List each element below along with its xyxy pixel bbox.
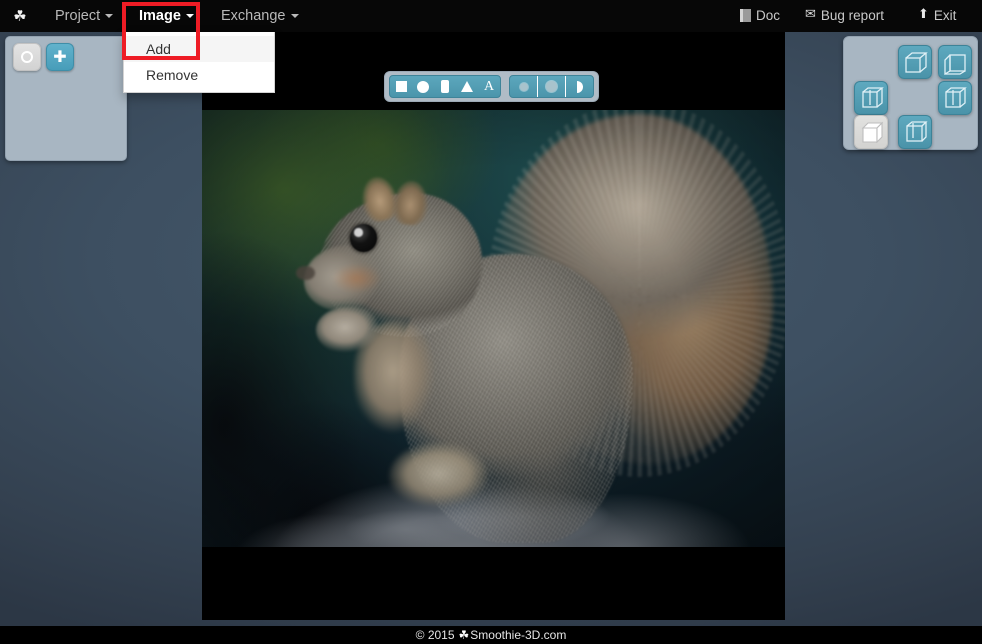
layer-panel[interactable]: ✚ xyxy=(5,36,127,161)
app-logo-icon: ☘ xyxy=(13,7,27,25)
squirrel-photo xyxy=(202,110,785,547)
menu-item-remove[interactable]: Remove xyxy=(124,62,274,88)
cube-icon xyxy=(906,121,928,142)
view-bottom-button[interactable] xyxy=(854,115,888,149)
letter-a-icon: A xyxy=(484,78,495,94)
view-top-button[interactable] xyxy=(898,45,932,79)
shape-toolbar[interactable]: A xyxy=(384,71,599,102)
small-dot-tool-button[interactable] xyxy=(510,76,537,97)
menu-bug-report-label: Bug report xyxy=(820,8,884,23)
half-disc-tool-button[interactable] xyxy=(565,76,593,97)
menu-image-label: Image xyxy=(139,8,181,24)
footer-copyright: © 2015 xyxy=(415,628,455,642)
rotate-tool-button[interactable] xyxy=(13,43,41,71)
menu-exit-label: Exit xyxy=(933,8,957,23)
move-arrows-icon: ✚ xyxy=(53,47,67,66)
rounded-rect-tool-button[interactable] xyxy=(434,76,456,97)
menu-doc-label: Doc xyxy=(756,8,781,23)
menu-project-label: Project xyxy=(55,8,101,24)
menu-image[interactable]: Image xyxy=(128,0,205,32)
image-canvas[interactable] xyxy=(202,32,785,620)
photo-vignette xyxy=(202,110,785,547)
square-icon xyxy=(395,81,407,92)
view-left-button[interactable] xyxy=(854,81,888,115)
view-top-right-button[interactable] xyxy=(938,45,972,79)
footer: © 2015 ☘Smoothie-3D.com xyxy=(0,626,982,644)
image-menu-dropdown[interactable]: Add Remove xyxy=(123,32,275,93)
move-tool-button[interactable]: ✚ xyxy=(46,43,74,71)
triangle-tool-button[interactable] xyxy=(456,76,478,97)
ring-icon xyxy=(21,51,33,63)
large-dot-icon xyxy=(546,81,557,92)
menu-exit[interactable]: ⬆ Exit xyxy=(918,0,956,32)
symmetry-tool-group xyxy=(509,75,594,98)
menubar: ☘ Project Image Exchange Doc ✉ Bug report… xyxy=(0,0,982,32)
chevron-down-icon xyxy=(290,14,299,19)
menu-project[interactable]: Project xyxy=(44,0,124,32)
half-disc-icon xyxy=(576,80,583,93)
cube-icon xyxy=(945,87,967,108)
rounded-rect-icon xyxy=(441,80,449,93)
workspace: ✚ A xyxy=(0,32,982,626)
envelope-icon: ✉ xyxy=(805,7,816,23)
cube-icon xyxy=(862,87,884,108)
footer-logo-icon: ☘ xyxy=(458,628,470,642)
view-front-button[interactable] xyxy=(898,115,932,149)
cube-icon xyxy=(944,54,966,76)
menu-exchange[interactable]: Exchange xyxy=(210,0,310,32)
triangle-icon xyxy=(461,80,473,92)
chevron-down-icon xyxy=(105,14,114,19)
smoothie-3d-app: ✚ A ☘ Project Image Exchange Doc ✉ Bug r… xyxy=(0,0,982,644)
footer-site: Smoothie-3D.com xyxy=(470,628,567,642)
large-dot-tool-button[interactable] xyxy=(537,76,565,97)
circle-tool-button[interactable] xyxy=(412,76,434,97)
up-arrow-icon: ⬆ xyxy=(918,7,929,23)
chevron-down-icon xyxy=(185,14,194,19)
cube-icon xyxy=(905,52,928,73)
small-dot-icon xyxy=(519,82,528,91)
text-tool-button[interactable]: A xyxy=(478,76,500,97)
square-tool-button[interactable] xyxy=(390,76,412,97)
menu-item-add[interactable]: Add xyxy=(124,36,274,62)
book-icon xyxy=(740,8,751,22)
menu-exchange-label: Exchange xyxy=(221,8,286,24)
circle-icon xyxy=(417,80,429,93)
view-cube-panel[interactable] xyxy=(843,36,978,150)
menu-doc[interactable]: Doc xyxy=(740,0,780,32)
cube-icon xyxy=(861,121,884,144)
view-right-button[interactable] xyxy=(938,81,972,115)
shape-tool-group: A xyxy=(389,75,501,98)
menu-bug-report[interactable]: ✉ Bug report xyxy=(805,0,884,32)
